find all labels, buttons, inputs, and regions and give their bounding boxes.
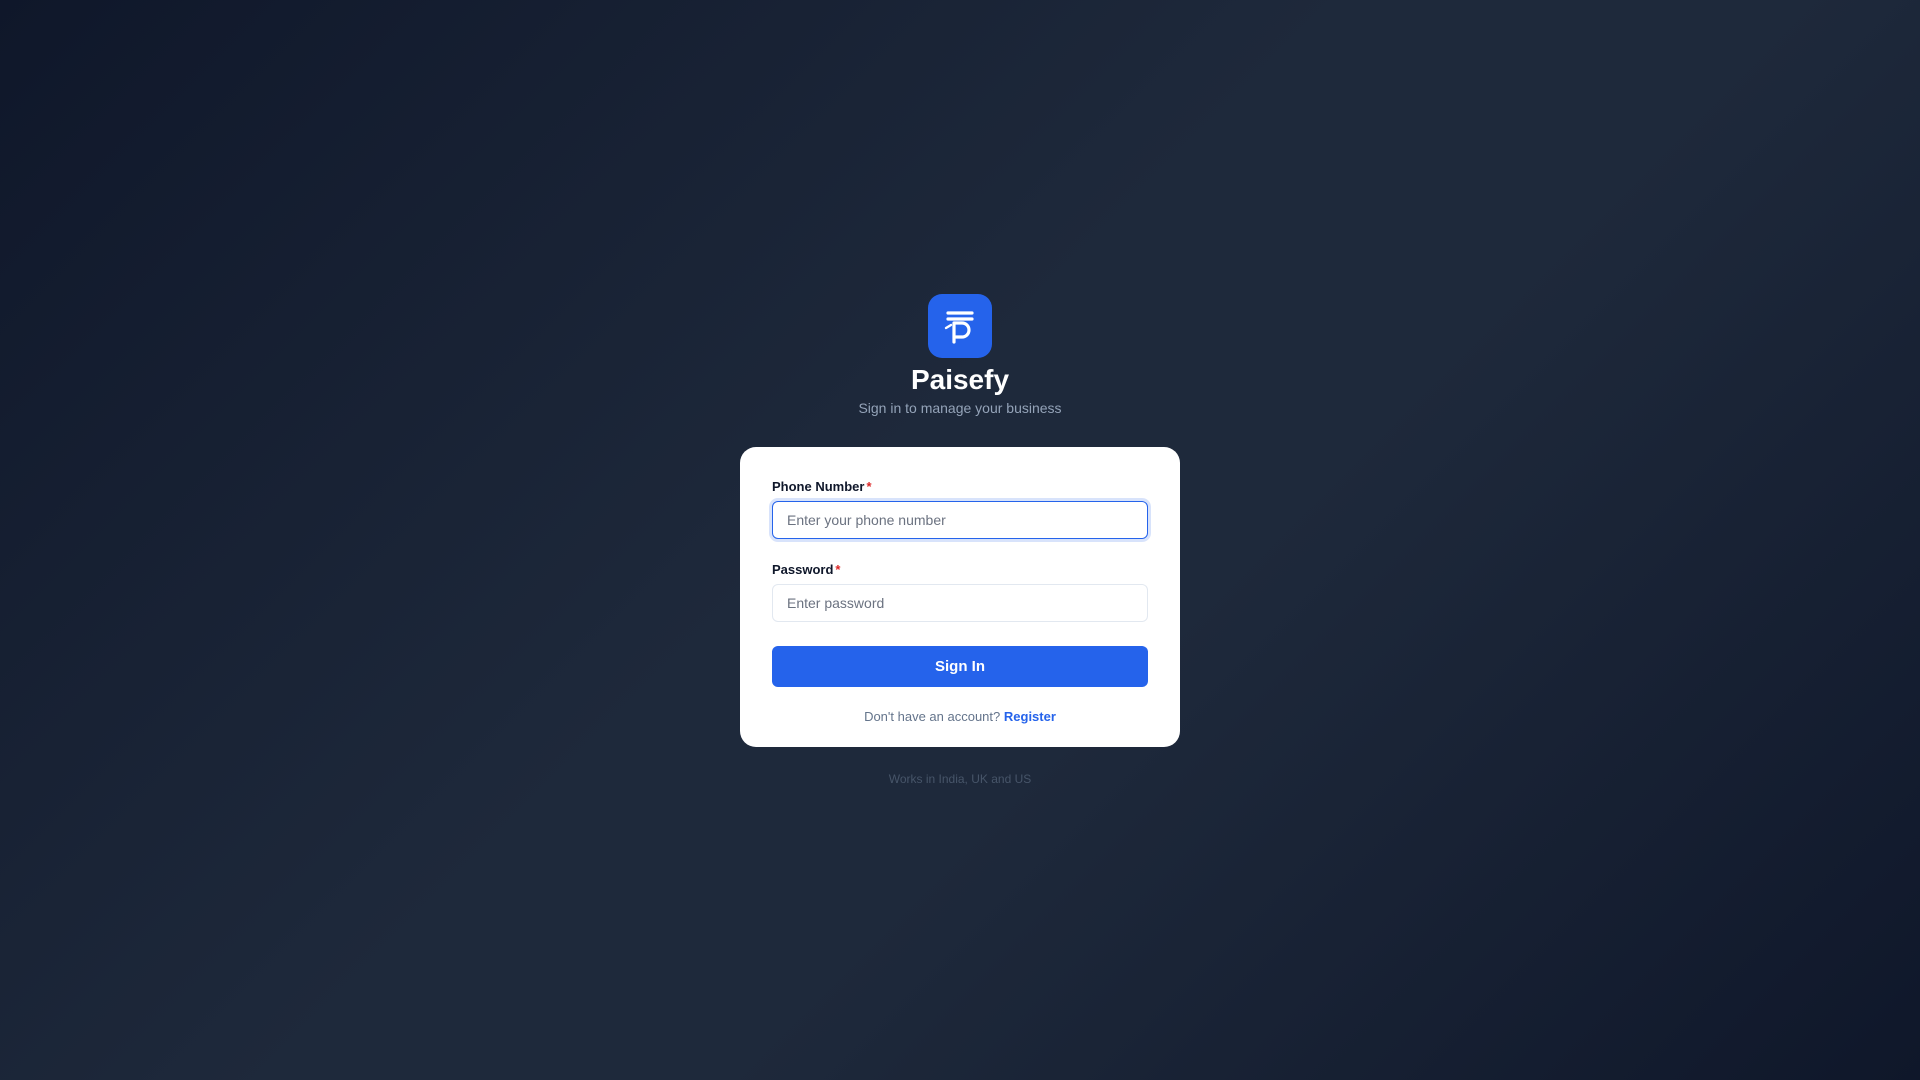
region-note: Works in India, UK and US — [888, 772, 1032, 786]
required-mark: * — [835, 562, 841, 577]
required-mark: * — [866, 479, 872, 494]
password-label: Password * — [772, 562, 1148, 578]
rupee-p-icon — [944, 311, 974, 344]
register-prompt-text: Don't have an account? — [864, 709, 1001, 724]
app-title: Paisefy — [910, 364, 1010, 395]
login-card: Phone Number* Password* Sign In Don't ha… — [740, 447, 1180, 747]
password-label-text: Password — [772, 562, 834, 577]
brand-header: Paisefy Sign in to manage your business — [0, 294, 1920, 417]
phone-label-text: Phone Number — [772, 479, 865, 494]
app-logo — [928, 294, 992, 358]
register-prompt: Don't have an account? Register — [772, 709, 1148, 725]
phone-label: Phone Number * — [772, 479, 1148, 495]
sign-in-button[interactable]: Sign In — [772, 646, 1148, 687]
phone-input[interactable] — [772, 501, 1148, 539]
password-input[interactable] — [772, 584, 1148, 622]
app-subtitle: Sign in to manage your business — [858, 400, 1062, 416]
register-link[interactable]: Register — [1004, 709, 1056, 724]
